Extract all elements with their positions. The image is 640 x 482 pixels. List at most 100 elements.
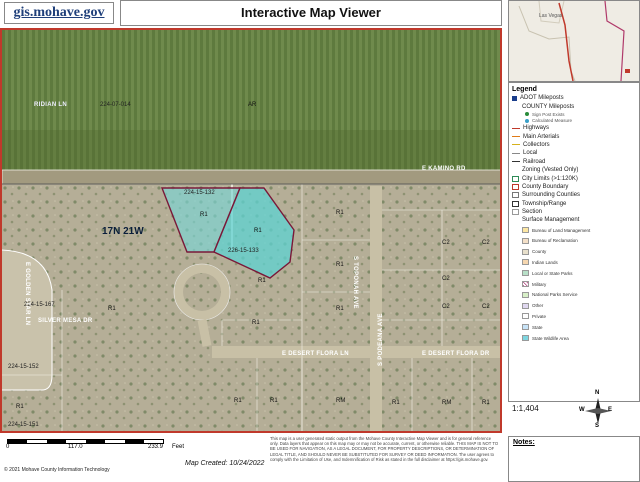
- street-label: E GOLDEN STAR LN: [24, 262, 30, 326]
- compass-w: W: [579, 407, 585, 413]
- map-created-date: Map Created: 10/24/2022: [185, 460, 265, 467]
- legend-swatch: [522, 324, 529, 331]
- legend-item: Sign Post Exists: [509, 111, 639, 118]
- zoning-label: R1: [258, 278, 266, 284]
- zoning-label: C2: [482, 304, 490, 310]
- legend-item-label: Collectors: [523, 141, 550, 148]
- legend-item-label: City Limits (>1:120K): [522, 175, 578, 182]
- compass-s: S: [595, 423, 600, 429]
- legend-swatch: [522, 227, 529, 234]
- scale-tick: 0: [6, 444, 10, 450]
- legend-swatch: [512, 95, 517, 101]
- zoning-label: R1: [254, 228, 262, 234]
- parcel-label: 226-15-133: [228, 248, 259, 254]
- street-label: E DESERT FLORA LN: [282, 351, 349, 357]
- legend-item: Section: [509, 208, 639, 216]
- legend-surface-item: Other: [509, 300, 639, 311]
- legend-surface-item: Private: [509, 311, 639, 322]
- scale-ratio: 1:1,404: [512, 404, 539, 413]
- legend-item-label: Bureau of Land Management: [532, 227, 591, 233]
- overview-extent-marker: [625, 69, 630, 73]
- legend-surface-item: State: [509, 322, 639, 333]
- legend-item-label: COUNTY Mileposts: [522, 103, 575, 110]
- legend-surface-item: Indian Lands: [509, 257, 639, 268]
- notes-label: Notes:: [513, 439, 535, 446]
- legend-swatch: [512, 161, 520, 163]
- zoning-label: R1: [234, 398, 242, 404]
- legend-swatch: [512, 200, 519, 207]
- legend-swatch: [522, 281, 529, 288]
- legend-swatch: [522, 248, 529, 255]
- legend-swatch: [512, 127, 520, 129]
- zoning-label: RM: [442, 400, 452, 406]
- legend-swatch: [512, 152, 520, 154]
- page-title: Interactive Map Viewer: [120, 0, 502, 26]
- legend-item: Surrounding Counties: [509, 191, 639, 199]
- legend-item-label: National Parks Service: [532, 292, 578, 298]
- street-label: S PODEANA AVE: [378, 313, 384, 366]
- legend-swatch: [512, 192, 519, 199]
- legend-item-label: County: [532, 249, 547, 255]
- zoning-label: R1: [336, 262, 344, 268]
- street-label: SILVER MESA DR: [38, 318, 93, 324]
- zoning-label: C2: [442, 304, 450, 310]
- legend-swatch: [525, 112, 529, 117]
- legend-item: County Boundary: [509, 183, 639, 191]
- site-logo-link[interactable]: gis.mohave.gov: [4, 2, 114, 24]
- compass-e: E: [608, 407, 613, 413]
- scale-tick: 233.9: [148, 444, 164, 450]
- scale-bar: 0 117.0 233.9 Feet: [4, 434, 184, 456]
- legend-item: Highways: [509, 124, 639, 132]
- legend-item: Township/Range: [509, 199, 639, 207]
- legend-swatch: [512, 209, 519, 216]
- notes-box: Notes:: [508, 436, 640, 482]
- map-canvas[interactable]: 17N 21W 224-07-014 224-15-132 226-15-133…: [0, 28, 502, 433]
- legend-item-label: Military: [532, 281, 547, 287]
- street-label: E DESERT FLORA DR: [422, 351, 490, 357]
- zoning-label: AR: [248, 102, 257, 108]
- legend-item-label: Main Arterials: [523, 133, 560, 140]
- legend-surface-item: Bureau of Reclamation: [509, 235, 639, 246]
- legend-item: Local: [509, 149, 639, 157]
- legend-surface-item: National Parks Service: [509, 289, 639, 300]
- zoning-label: R1: [270, 398, 278, 404]
- township-range-label: 17N 21W: [102, 226, 144, 237]
- legend-item-label: Calculated Measure: [532, 118, 573, 124]
- legend-item-label: Railroad: [523, 158, 546, 165]
- legend-item: ADOT Mileposts: [509, 94, 639, 102]
- legend-surface-item: Bureau of Land Management: [509, 225, 639, 236]
- legend-item: Railroad: [509, 158, 639, 166]
- legend-item: COUNTY Mileposts: [509, 102, 639, 110]
- zoning-label: R1: [482, 400, 490, 406]
- legend-item: Calculated Measure: [509, 117, 639, 124]
- zoning-label: R1: [252, 320, 260, 326]
- scale-tick: 117.0: [68, 444, 83, 450]
- parcel-label: 224-15-132: [184, 190, 215, 196]
- zoning-label: R1: [16, 404, 24, 410]
- legend-item-label: Section: [522, 209, 543, 216]
- legend-item-label: Local: [523, 150, 538, 157]
- legend-item-label: Surrounding Counties: [522, 192, 581, 199]
- legend-panel: Legend ADOT Mileposts COUNTY Mileposts Sig…: [508, 82, 640, 402]
- legend-swatch: [512, 136, 520, 138]
- legend-item-label: Highways: [523, 125, 550, 132]
- legend-surface-item: Military: [509, 279, 639, 290]
- zoning-label: R1: [108, 306, 116, 312]
- legend-item-label: Zoning (Vested Only): [522, 167, 579, 174]
- parcel-label: 224-07-014: [100, 102, 131, 108]
- legend-swatch: [522, 313, 529, 320]
- legend-swatch: [522, 302, 529, 309]
- zoning-label: C2: [482, 240, 490, 246]
- legend-swatch: [522, 259, 529, 266]
- overview-place-label: Las Vegas: [539, 13, 563, 19]
- zoning-label: C2: [442, 240, 450, 246]
- legend-item: Main Arterials: [509, 132, 639, 140]
- legend-surface-item: Local or State Parks: [509, 268, 639, 279]
- legend-swatch: [512, 144, 520, 146]
- overview-map[interactable]: Las Vegas: [508, 0, 640, 82]
- legend-swatch: [522, 237, 529, 244]
- legend-surface-item: State Wildlife Area: [509, 333, 639, 344]
- copyright-text: © 2021 Mohave County Information Technol…: [4, 467, 110, 473]
- legend-item: Zoning (Vested Only): [509, 166, 639, 174]
- legend-item-label: State: [532, 324, 543, 330]
